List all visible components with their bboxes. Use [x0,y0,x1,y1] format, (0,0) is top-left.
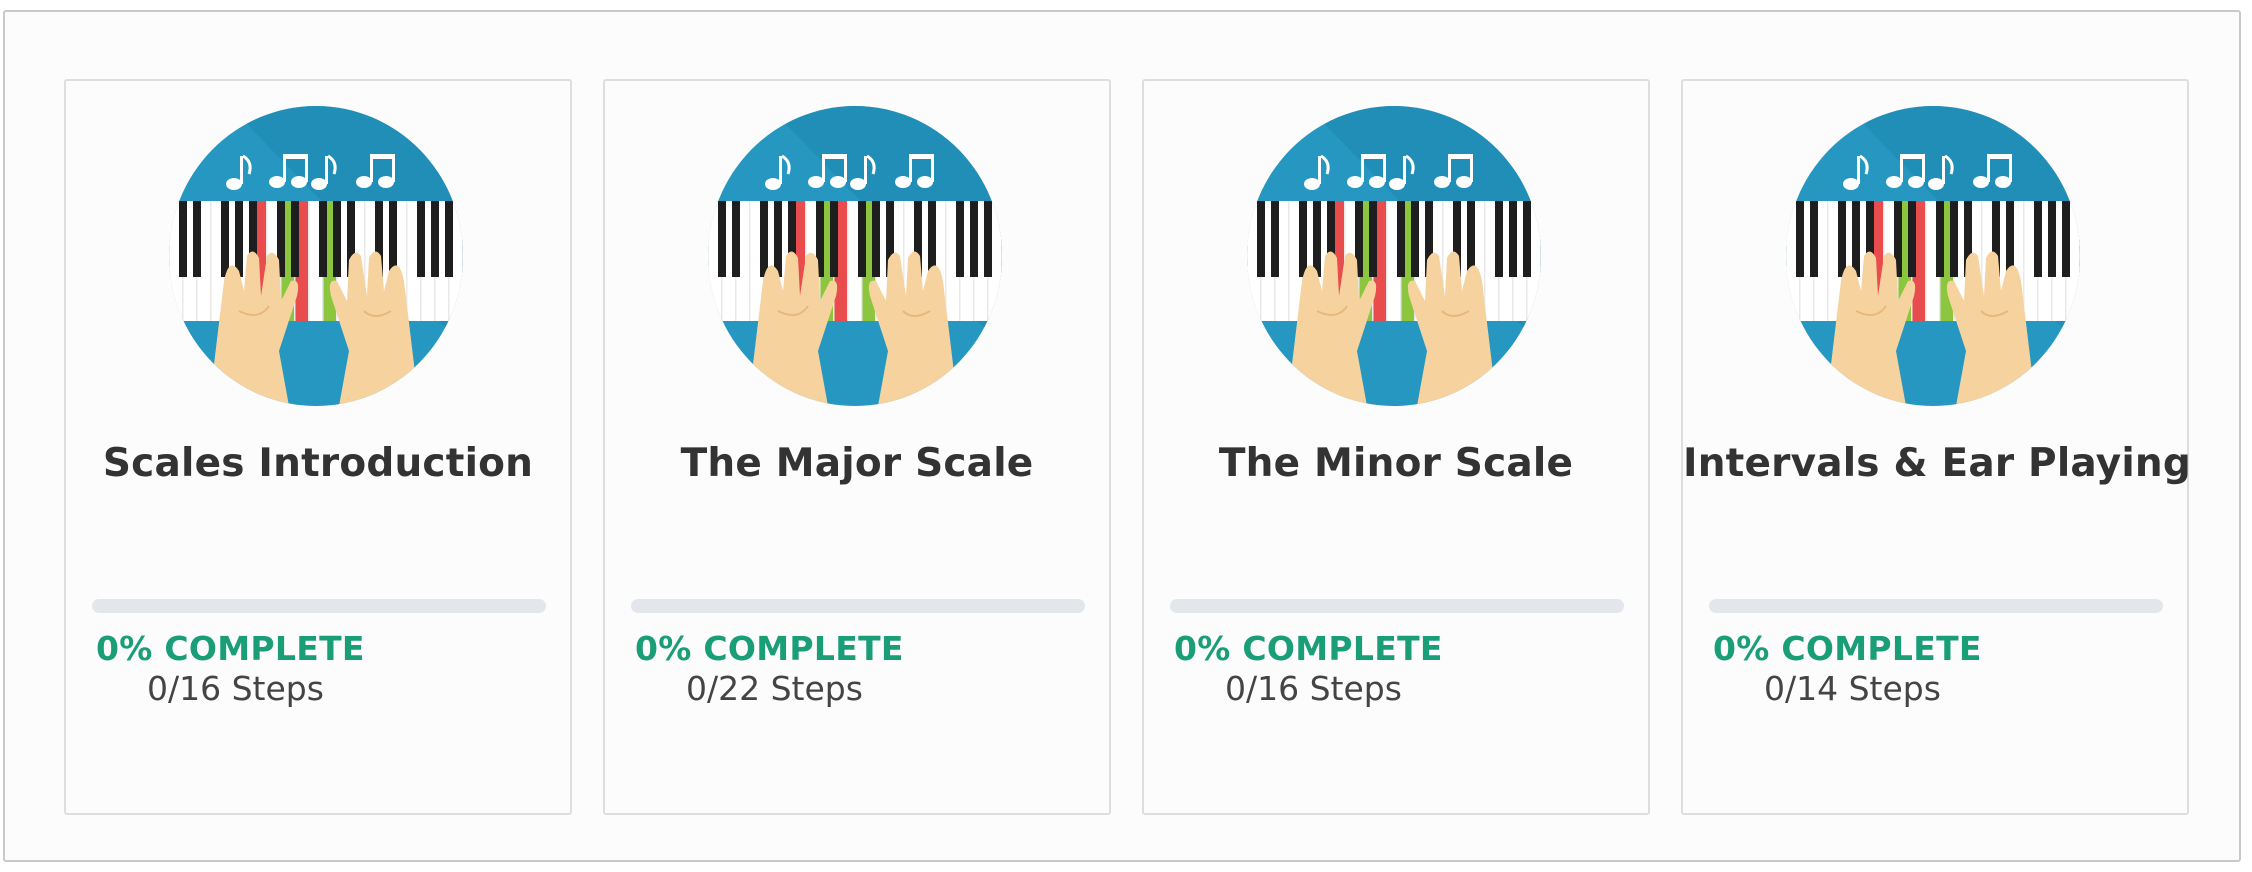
course-title[interactable]: Scales Introduction [66,441,570,486]
course-card[interactable]: The Major Scale 0% COMPLETE 0/22 Steps [603,79,1111,815]
piano-hands-icon [1247,106,1541,406]
progress-bar [631,599,1085,613]
course-card[interactable]: The Minor Scale 0% COMPLETE 0/16 Steps [1142,79,1650,815]
progress-bar [1170,599,1624,613]
progress-bar [1709,599,2163,613]
course-title[interactable]: Intervals & Ear Playing [1683,441,2191,486]
percent-complete-label: 0% COMPLETE [635,629,904,668]
percent-complete-label: 0% COMPLETE [1713,629,1982,668]
piano-hands-icon [169,106,463,406]
course-grid-container: Scales Introduction 0% COMPLETE 0/16 Ste… [3,10,2241,862]
steps-count-label: 0/22 Steps [686,669,863,708]
piano-hands-icon [708,106,1002,406]
piano-hands-icon [1786,106,2080,406]
progress-bar [92,599,546,613]
course-card[interactable]: Scales Introduction 0% COMPLETE 0/16 Ste… [64,79,572,815]
course-title[interactable]: The Minor Scale [1144,441,1648,486]
steps-count-label: 0/16 Steps [1225,669,1402,708]
percent-complete-label: 0% COMPLETE [1174,629,1443,668]
course-title[interactable]: The Major Scale [605,441,1109,486]
steps-count-label: 0/14 Steps [1764,669,1941,708]
percent-complete-label: 0% COMPLETE [96,629,365,668]
course-card[interactable]: Intervals & Ear Playing 0% COMPLETE 0/14… [1681,79,2191,815]
steps-count-label: 0/16 Steps [147,669,324,708]
